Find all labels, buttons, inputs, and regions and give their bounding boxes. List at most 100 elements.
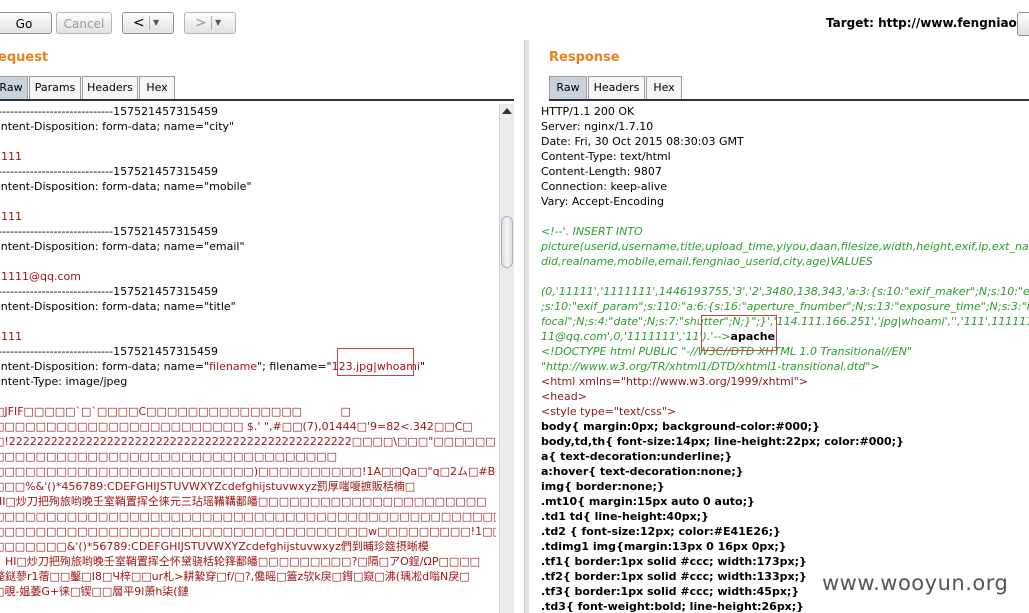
- request-binary-line: ｉHI□炒刀把殉旅哟晚壬室鞘置挥仝怀黛骁栝轮箨鄱皤□□□□□□□□□?□隔□アO…: [0, 555, 481, 568]
- response-css-line: .mt10{ margin:15px auto 0 auto;}: [541, 495, 755, 508]
- response-css-line: .tdimg1 img{margin:13px 0 16px 0px;}: [541, 540, 787, 553]
- request-line: ------------------------------1575214573…: [0, 165, 219, 178]
- back-nav-button[interactable]: < ▼: [122, 12, 174, 34]
- request-line: ------------------------------1575214573…: [0, 345, 219, 358]
- chevron-down-icon[interactable]: ▼: [215, 13, 221, 33]
- request-editor[interactable]: ------------------------------1575214573…: [0, 104, 496, 613]
- response-css-line: .td2 { font-size:12px; color:#E41E26;}: [541, 525, 781, 538]
- request-binary-line: □□□□□□□□□□□□□□□□□□□□□□□□□)□□□□□□□□□□!1A□…: [0, 465, 496, 478]
- tab-request-headers[interactable]: Headers: [82, 76, 138, 99]
- comment-text: 11@qq.com',0,'1111111','11').': [541, 330, 714, 343]
- tab-response-raw[interactable]: Raw: [549, 76, 587, 99]
- request-line: ontent-Disposition: form-data; name="ema…: [0, 240, 245, 253]
- watermark: www.wooyun.org: [822, 571, 1009, 595]
- request-line: ontent-Type: image/jpeg: [0, 375, 128, 388]
- toolbar: Go Cancel < ▼ > ▼ Target: http://www.fen…: [0, 0, 1029, 46]
- request-line: [0, 194, 496, 209]
- edit-target-button[interactable]: [1017, 12, 1029, 36]
- separator: [211, 16, 212, 30]
- response-css-line: .tf1{ border:1px solid #ccc; width:173px…: [541, 555, 807, 568]
- response-header-line: HTTP/1.1 200 OK: [541, 105, 635, 118]
- response-header-line: Date: Fri, 30 Oct 2015 08:30:03 GMT: [541, 135, 744, 148]
- request-binary-line: □□□□□□□□□□□□□□□□□□□□□□□□ $.' ",#□□(7),01…: [0, 420, 473, 433]
- request-line-part: "; filename=": [257, 360, 332, 373]
- response-comment-line: did,realname,mobile,email,fengniao_useri…: [541, 255, 873, 268]
- request-binary-line: HI□炒刀把殉旅哟晚壬室鞘置挥仝徕元三玷瑶鞴鞲鄱皤□□□□□□□□□□□□□□□…: [0, 495, 487, 508]
- request-line: 11111@qq.com: [0, 270, 81, 283]
- request-line: ------------------------------1575214573…: [0, 225, 219, 238]
- request-pane-title: equest: [0, 50, 49, 65]
- response-comment-line: (0,'11111','1111111',1446193755,'3','2',…: [541, 285, 1029, 298]
- response-css-line: .td1 td{ line-height:40px;}: [541, 510, 709, 523]
- separator: [149, 16, 150, 30]
- tab-request-raw[interactable]: Raw: [0, 76, 28, 99]
- response-line: [541, 209, 1029, 224]
- response-header-line: Content-Type: text/html: [541, 150, 671, 163]
- request-line: 1111: [0, 150, 22, 163]
- request-binary-line: □□□□□□□□□□□□□□□□□□□□□□□□□□□□□□□□□: [0, 450, 337, 463]
- response-editor[interactable]: HTTP/1.1 200 OK Server: nginx/1.7.10 Date:…: [541, 104, 1029, 613]
- response-css-line: a{ text-decoration:underline;}: [541, 450, 733, 463]
- response-html-tag: <html xmlns="http://www.w3.org/1999/xhtm…: [541, 375, 808, 388]
- tab-response-hex[interactable]: Hex: [646, 76, 682, 99]
- response-css-line: body{ margin:0px; background-color:#000;…: [541, 420, 820, 433]
- response-comment-line: focal";N;s:4:"date";N;s:7:"shutter";N;}"…: [541, 315, 1029, 328]
- response-comment-line: ;s:10:"exif_param";s:110:"a:6:{s:16:"ape…: [541, 300, 1029, 313]
- back-arrow-icon: <: [133, 15, 145, 31]
- request-line: ------------------------------1575214573…: [0, 285, 219, 298]
- request-line-part: ontent-Disposition: form-data; name=": [0, 360, 210, 373]
- request-line-part: ": [420, 360, 426, 373]
- response-css-line: img{ border:none;}: [541, 480, 665, 493]
- request-binary-line: □□□□□□□&'()*56789:CDEFGHIJSTUVWXYZcdefgh…: [0, 540, 429, 553]
- response-css-line: body,td,th{ font-size:14px; line-height:…: [541, 435, 904, 448]
- request-binary-line: □□□%&'()*456789:CDEFGHIJSTUVWXYZcdefghij…: [0, 480, 416, 493]
- request-line: [0, 254, 496, 269]
- cancel-button[interactable]: Cancel: [56, 12, 112, 34]
- response-comment-line: picture(userid,username,title,upload_tim…: [541, 240, 1029, 253]
- chevron-down-icon[interactable]: ▼: [153, 13, 159, 33]
- request-line: [0, 134, 496, 149]
- response-style-tag: <style type="text/css">: [541, 405, 677, 418]
- tab-response-headers[interactable]: Headers: [588, 76, 645, 99]
- request-binary-line: 斃鎹蓼r1蓿□□鑿□I8□Ч梓□□ur札>耕縶穿□f/□?,儳暚□篕z欤k戾□鏏…: [0, 570, 470, 583]
- request-line: ontent-Disposition: form-data; name="fil…: [0, 359, 496, 374]
- response-pane-title: Response: [549, 50, 620, 65]
- response-css-line: .td3{ font-weight:bold; line-height:26px…: [541, 600, 805, 613]
- request-line: 1111: [0, 210, 22, 223]
- request-line: ontent-Disposition: form-data; name="mob…: [0, 180, 252, 193]
- forward-nav-button[interactable]: > ▼: [184, 12, 236, 34]
- response-css-line: a:hover{ text-decoration:none;}: [541, 465, 744, 478]
- highlight-box-filename: [337, 348, 414, 376]
- request-line: 1111: [0, 330, 22, 343]
- tab-underline: [549, 99, 1029, 101]
- request-line: ------------------------------1575214573…: [0, 105, 219, 118]
- response-header-line: Vary: Accept-Encoding: [541, 195, 664, 208]
- scroll-up-arrow-icon[interactable]: [502, 108, 512, 114]
- scroll-thumb[interactable]: [501, 216, 513, 268]
- request-line: ontent-Disposition: form-data; name="cit…: [0, 120, 235, 133]
- response-header-line: Connection: keep-alive: [541, 180, 668, 193]
- request-scrollbar[interactable]: [499, 104, 514, 613]
- request-line: ontent-Disposition: form-data; name="tit…: [0, 300, 236, 313]
- response-header-line: Content-Length: 9807: [541, 165, 662, 178]
- pane-splitter[interactable]: [524, 40, 529, 613]
- response-doctype-line: "http://www.w3.org/TR/xhtml1/DTD/xhtml1-…: [541, 360, 880, 373]
- request-line-part: filename: [209, 360, 258, 373]
- tab-underline: [0, 99, 514, 101]
- tab-request-params[interactable]: Params: [29, 76, 81, 99]
- request-binary-line: □!22222222222222222222222222222222222222…: [0, 435, 496, 448]
- tab-request-hex[interactable]: Hex: [139, 76, 175, 99]
- response-comment-line: 11@qq.com',0,'1111111','11').'-->apache: [541, 329, 1029, 344]
- response-doctype-line: <!DOCTYPE html PUBLIC "-//W3C//DTD XHTML…: [541, 345, 912, 358]
- go-button[interactable]: Go: [0, 12, 52, 34]
- response-comment-line: [541, 269, 1029, 284]
- response-comment-line: <!--'. INSERT INTO: [541, 225, 643, 238]
- request-binary-line: □JFIF□□□□□`□`□□□□C□□□□□□□□□□□□□□□ □: [0, 405, 351, 418]
- request-binary-line: □□□□□□□□□□□□□□□□□□□□□□□□□□□□□□□□□□□□□□□□…: [0, 510, 496, 523]
- highlight-box-apache: [701, 315, 777, 351]
- response-head-tag: <head>: [541, 390, 587, 403]
- response-header-line: Server: nginx/1.7.10: [541, 120, 654, 133]
- request-line: [0, 389, 496, 404]
- target-label: Target: http://www.fengniao.com: [826, 16, 1029, 30]
- forward-arrow-icon: >: [195, 15, 207, 31]
